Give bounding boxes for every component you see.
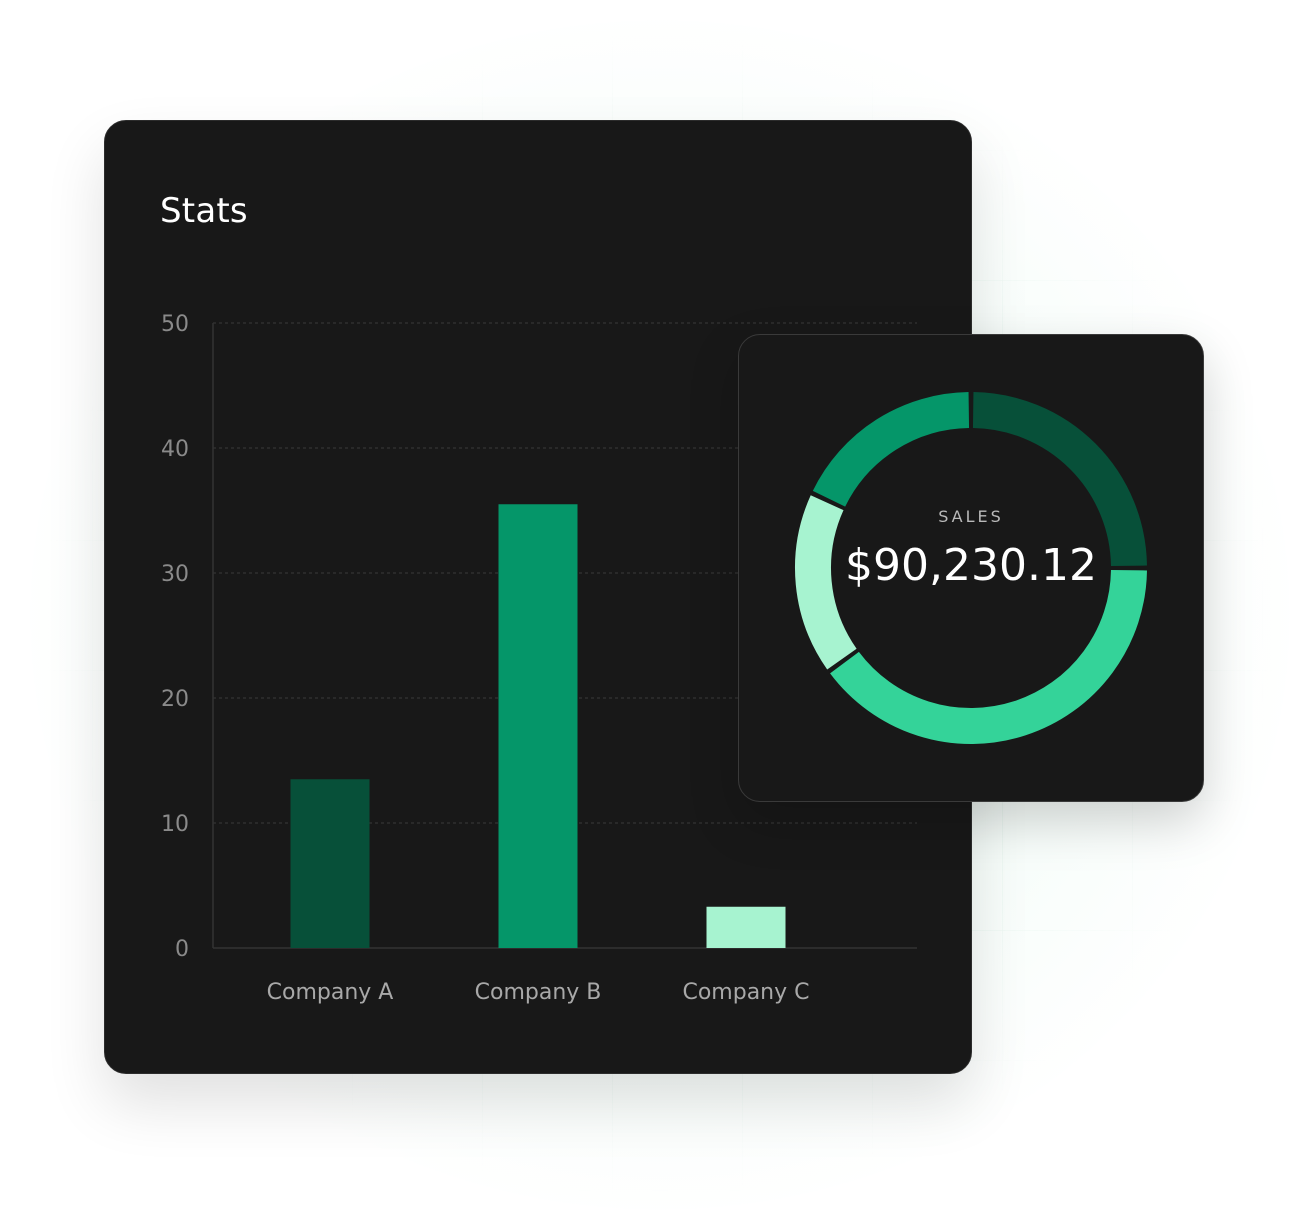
y-tick-label: 10 <box>161 812 189 837</box>
bar-company-b <box>498 504 578 948</box>
stage: Stats 0 10 20 30 40 50 Company A Company B Compa… <box>0 0 1308 1218</box>
sales-card: SALES $90,230.12 <box>738 334 1204 802</box>
y-tick-label: 30 <box>161 562 189 587</box>
y-tick-label: 20 <box>161 687 189 712</box>
x-tick-label: Company C <box>682 980 809 1005</box>
y-tick-label: 40 <box>161 437 189 462</box>
x-tick-label: Company A <box>267 980 394 1005</box>
y-tick-label: 50 <box>161 312 189 337</box>
donut-slice-2 <box>830 569 1147 744</box>
sales-label: SALES <box>938 507 1004 526</box>
donut-slice-4 <box>812 392 970 508</box>
y-tick-label: 0 <box>175 937 189 962</box>
bar-company-a <box>290 779 370 948</box>
sales-value: $90,230.12 <box>845 540 1097 591</box>
x-tick-label: Company B <box>475 980 602 1005</box>
bar-company-c <box>706 906 786 948</box>
